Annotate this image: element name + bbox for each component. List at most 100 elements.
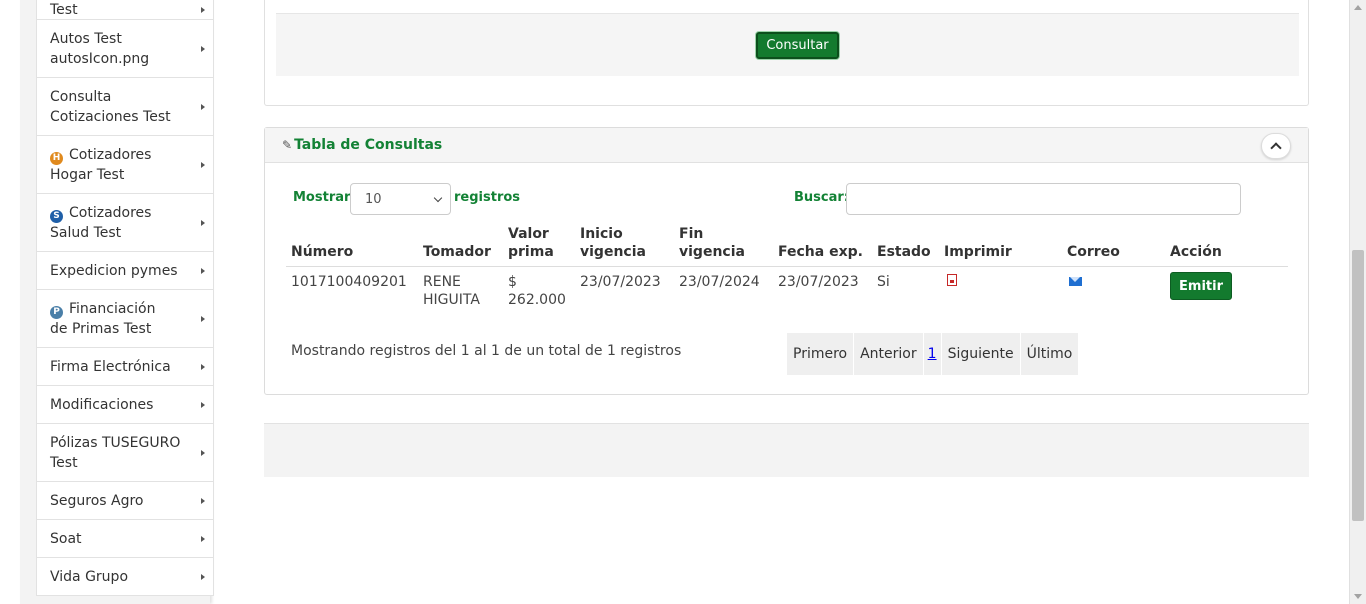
results-panel: ✎ Tabla de Consultas Mostrar 10 registros… [264, 127, 1309, 395]
sidebar-item-label: Consulta Cotizaciones Test [50, 87, 171, 127]
caret-right-icon [201, 573, 205, 580]
sidebar-item-label: Modificaciones [50, 395, 153, 415]
sidebar-item-text: Vida Grupo [50, 568, 129, 585]
sidebar-item-label: S Cotizadores Salud Test [50, 203, 151, 243]
cell-tomador-line: HIGUITA [423, 292, 480, 308]
page-size-select[interactable]: 10 [350, 183, 451, 215]
sidebar-item[interactable]: S Cotizadores Salud Test [36, 194, 214, 252]
sidebar-item[interactable]: Consulta Cotizaciones Test [36, 78, 214, 136]
consultar-button[interactable]: Consultar [756, 32, 839, 59]
mail-icon[interactable] [1069, 277, 1082, 286]
pager-first[interactable]: Primero [787, 333, 854, 375]
sidebar-item[interactable]: Seguros Agro [36, 482, 214, 520]
sidebar-item-text: Consulta [50, 88, 112, 105]
column-header[interactable]: Fecha exp. [773, 225, 872, 267]
cell-valor-prima-line: $ [508, 274, 517, 290]
records-label: registros [454, 190, 521, 205]
sidebar-item-label: H Cotizadores Hogar Test [50, 145, 151, 185]
sidebar-item[interactable]: Firma Electrónica [36, 348, 214, 386]
caret-right-icon [201, 6, 205, 13]
pager-last[interactable]: Último [1019, 333, 1079, 375]
sidebar-item-text: de Primas Test [50, 320, 152, 337]
caret-right-icon [201, 161, 205, 168]
results-panel-header: ✎ Tabla de Consultas [265, 128, 1308, 163]
column-header-text: Acción [1170, 244, 1222, 260]
sidebar-item[interactable]: P Financiación de Primas Test [36, 290, 214, 348]
cell-estado: Si [877, 274, 890, 290]
search-panel-footer: Consultar [276, 13, 1299, 76]
cell-accion: Emitir [1165, 267, 1288, 310]
column-header-text: Correo [1067, 244, 1120, 260]
cell-valor-prima: $262.000 [503, 267, 575, 310]
column-header[interactable]: Estado [872, 225, 939, 267]
pager-prev[interactable]: Anterior [853, 333, 923, 375]
table-header-row: Número Tomador Valor prima Inicio vigencia Fin… [286, 225, 1288, 267]
show-label: Mostrar [293, 190, 351, 205]
sidebar-item-text: Autos Test [50, 30, 122, 47]
pager-current[interactable]: 1 [922, 333, 941, 375]
scrollbar[interactable] [1349, 0, 1366, 604]
caret-right-icon [201, 219, 205, 226]
column-header-text: Fin [679, 226, 704, 242]
caret-right-icon [201, 267, 205, 274]
sidebar-menu: Test Autos Test autosIcon.png Consulta Cotiz… [36, 0, 214, 596]
collapse-button[interactable] [1261, 133, 1291, 159]
cell-fin-vigencia: 23/07/2024 [679, 274, 760, 290]
search-panel: Consultar [264, 0, 1309, 106]
column-header[interactable]: Valor prima [503, 225, 575, 267]
column-header[interactable]: Imprimir [939, 225, 1062, 267]
sidebar-item-text: Test [50, 2, 78, 18]
sidebar-item-label: Seguros Agro [50, 491, 144, 511]
sidebar-item-text: Soat [50, 530, 82, 547]
scrollbar-thumb[interactable] [1352, 250, 1364, 521]
scroll-up-icon[interactable] [1354, 5, 1362, 10]
column-header-text: Fecha exp. [778, 244, 863, 260]
column-header[interactable]: Correo [1062, 225, 1165, 267]
sidebar-item-label: Soat [50, 529, 82, 549]
financiacion-icon: P [50, 305, 63, 319]
pager-next[interactable]: Siguiente [940, 333, 1020, 375]
panel-title: ✎ Tabla de Consultas [282, 137, 442, 153]
column-header-text: Número [291, 244, 354, 260]
sidebar-item[interactable]: Expedicion pymes [36, 252, 214, 290]
column-header-text: Valor [508, 226, 549, 242]
table-body: 1017100409201 RENE HIGUITA $262.000 23/07/20… [286, 267, 1288, 310]
sidebar-item[interactable]: Pólizas TUSEGURO Test [36, 424, 214, 482]
sidebar-item-text: Pólizas TUSEGURO [50, 434, 181, 451]
chevron-down-icon [433, 193, 443, 203]
sidebar-item[interactable]: Soat [36, 520, 214, 558]
cell-tomador: RENE HIGUITA [418, 267, 503, 310]
column-header[interactable]: Fin vigencia [674, 225, 773, 267]
sidebar-item-text: Hogar Test [50, 166, 125, 183]
column-header[interactable]: Tomador [418, 225, 503, 267]
column-header-text: Estado [877, 244, 931, 260]
page-size-value: 10 [365, 192, 382, 207]
search-input[interactable] [846, 183, 1241, 215]
cell-imprimir [939, 267, 1062, 310]
column-header[interactable]: Inicio vigencia [575, 225, 674, 267]
panel-title-text: Tabla de Consultas [294, 137, 443, 153]
column-header-text: Tomador [423, 244, 491, 260]
column-header-text: vigencia [580, 244, 646, 260]
chevron-up-icon [1270, 142, 1282, 154]
sidebar-item[interactable]: Autos Test autosIcon.png [36, 20, 214, 78]
sidebar-item-text: Modificaciones [50, 396, 154, 413]
sidebar-item-label: Firma Electrónica [50, 357, 171, 377]
sidebar-item[interactable]: H Cotizadores Hogar Test [36, 136, 214, 194]
sidebar-item-text: Cotizaciones Test [50, 108, 171, 125]
caret-right-icon [201, 103, 205, 110]
sidebar-item-text: autosIcon.png [50, 50, 150, 67]
emitir-button[interactable]: Emitir [1170, 272, 1232, 300]
caret-right-icon [201, 449, 205, 456]
column-header[interactable]: Número [286, 225, 418, 267]
caret-right-icon [201, 535, 205, 542]
sidebar-item[interactable]: Modificaciones [36, 386, 214, 424]
sidebar-item[interactable]: Vida Grupo [36, 558, 214, 596]
pdf-icon[interactable] [947, 274, 957, 286]
caret-right-icon [201, 401, 205, 408]
scroll-down-icon[interactable] [1354, 594, 1362, 599]
table-row: 1017100409201 RENE HIGUITA $262.000 23/07/20… [286, 267, 1288, 310]
sidebar-item[interactable]: Test [36, 0, 214, 20]
column-header[interactable]: Acción [1165, 225, 1288, 267]
sidebar-item-text: Financiación [69, 300, 156, 317]
